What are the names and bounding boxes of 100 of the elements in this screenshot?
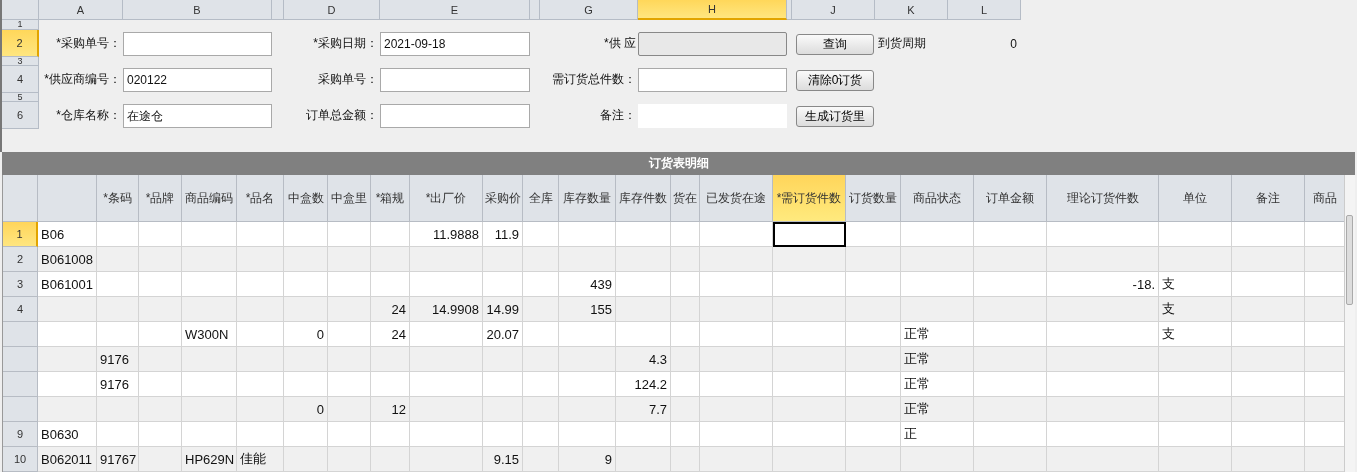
table-cell bbox=[371, 347, 410, 372]
select-all-corner[interactable] bbox=[3, 175, 38, 222]
table-cell bbox=[182, 347, 237, 372]
table-cell: 支 bbox=[1159, 322, 1232, 347]
row-header[interactable]: 1 bbox=[2, 20, 39, 30]
row-header[interactable] bbox=[3, 397, 38, 422]
row-header[interactable]: 3 bbox=[3, 272, 38, 297]
table-cell bbox=[671, 397, 700, 422]
column-header[interactable]: 商品状态 bbox=[901, 175, 974, 222]
column-header[interactable]: 中盒数 bbox=[284, 175, 328, 222]
field-label: 订单总金额： bbox=[305, 107, 379, 124]
row-header[interactable]: 3 bbox=[2, 57, 39, 66]
column-header[interactable]: 采购价 bbox=[483, 175, 523, 222]
column-header[interactable]: 订单金额 bbox=[974, 175, 1047, 222]
select-all-corner[interactable] bbox=[2, 0, 39, 20]
column-header[interactable]: 库存数量 bbox=[559, 175, 616, 222]
table-cell bbox=[371, 422, 410, 447]
table-cell bbox=[671, 222, 700, 247]
table-cell bbox=[371, 447, 410, 472]
table-cell: 155 bbox=[559, 297, 616, 322]
column-header[interactable]: 单位 bbox=[1159, 175, 1232, 222]
column-header[interactable]: 商品 bbox=[1305, 175, 1346, 222]
table-cell: 20.07 bbox=[483, 322, 523, 347]
table-cell: 439 bbox=[559, 272, 616, 297]
row-header[interactable]: 9 bbox=[3, 422, 38, 447]
row-header[interactable]: 2 bbox=[2, 30, 39, 57]
input-field[interactable] bbox=[380, 68, 530, 92]
column-header[interactable] bbox=[530, 0, 540, 20]
dropdown-field[interactable] bbox=[638, 32, 787, 56]
row-header[interactable]: 1 bbox=[3, 222, 38, 247]
row-header[interactable]: 10 bbox=[3, 447, 38, 472]
column-header[interactable]: 全库 bbox=[523, 175, 559, 222]
column-header[interactable]: 货在 bbox=[671, 175, 700, 222]
column-header[interactable]: B bbox=[123, 0, 272, 20]
column-header[interactable]: 中盒里 bbox=[328, 175, 371, 222]
table-cell bbox=[559, 222, 616, 247]
column-header[interactable]: 已发货在途 bbox=[700, 175, 773, 222]
column-header[interactable]: G bbox=[540, 0, 638, 20]
column-header[interactable]: 库存件数 bbox=[616, 175, 671, 222]
column-header[interactable]: 商品编码 bbox=[182, 175, 237, 222]
column-header[interactable]: *出厂价 bbox=[410, 175, 483, 222]
column-header[interactable]: *品名 bbox=[237, 175, 284, 222]
table-cell bbox=[671, 272, 700, 297]
field-label: 备注： bbox=[599, 107, 637, 124]
column-header[interactable]: 备注 bbox=[1232, 175, 1305, 222]
table-cell bbox=[182, 397, 237, 422]
table-cell bbox=[328, 447, 371, 472]
input-field[interactable]: 在途仓 bbox=[123, 104, 272, 128]
row-header[interactable]: 2 bbox=[3, 247, 38, 272]
action-button[interactable]: 生成订货里 bbox=[796, 106, 874, 127]
input-field[interactable] bbox=[380, 104, 530, 128]
column-header[interactable] bbox=[272, 0, 284, 20]
column-header[interactable] bbox=[787, 0, 792, 20]
row-header[interactable] bbox=[3, 347, 38, 372]
table-cell bbox=[284, 222, 328, 247]
input-field[interactable]: 020122 bbox=[123, 68, 272, 92]
active-cell[interactable] bbox=[773, 222, 846, 247]
row-header[interactable]: 4 bbox=[3, 297, 38, 322]
row-header[interactable]: 6 bbox=[2, 102, 39, 129]
column-header[interactable]: L bbox=[948, 0, 1021, 20]
table-cell: 4.3 bbox=[616, 347, 671, 372]
column-header[interactable]: K bbox=[875, 0, 948, 20]
action-button[interactable]: 查询 bbox=[796, 34, 874, 55]
scrollbar[interactable] bbox=[1344, 175, 1355, 472]
column-header[interactable]: 订货数量 bbox=[846, 175, 901, 222]
row-header[interactable] bbox=[3, 372, 38, 397]
input-field[interactable]: 2021-09-18 bbox=[380, 32, 530, 56]
column-header[interactable]: E bbox=[380, 0, 530, 20]
column-header[interactable]: H bbox=[638, 0, 787, 20]
action-button[interactable]: 清除0订货 bbox=[796, 70, 874, 91]
table-cell: 9.15 bbox=[483, 447, 523, 472]
table-cell bbox=[284, 422, 328, 447]
row-header[interactable] bbox=[3, 322, 38, 347]
field-label: *供 应 bbox=[603, 35, 637, 52]
table-cell: 9176 bbox=[97, 372, 139, 397]
column-header[interactable]: A bbox=[39, 0, 123, 20]
table-cell bbox=[671, 297, 700, 322]
input-field[interactable] bbox=[638, 68, 787, 92]
column-header[interactable]: D bbox=[284, 0, 380, 20]
table-cell bbox=[97, 422, 139, 447]
table-cell bbox=[671, 447, 700, 472]
table-cell bbox=[328, 372, 371, 397]
input-field[interactable] bbox=[123, 32, 272, 56]
row-header[interactable]: 5 bbox=[2, 93, 39, 102]
table-cell: 91767 bbox=[97, 447, 139, 472]
table-cell bbox=[846, 397, 901, 422]
table-cell bbox=[38, 347, 97, 372]
column-header[interactable]: *条码 bbox=[97, 175, 139, 222]
column-header[interactable]: J bbox=[792, 0, 875, 20]
table-cell: B061008 bbox=[38, 247, 97, 272]
field-label: *采购日期： bbox=[312, 35, 379, 52]
table-cell: 24 bbox=[371, 297, 410, 322]
table-cell bbox=[483, 247, 523, 272]
row-header[interactable]: 4 bbox=[2, 66, 39, 93]
table-cell bbox=[284, 247, 328, 272]
column-header[interactable] bbox=[38, 175, 97, 222]
column-header[interactable]: *需订货件数 bbox=[773, 175, 846, 222]
column-header[interactable]: *品牌 bbox=[139, 175, 182, 222]
column-header[interactable]: 理论订货件数 bbox=[1047, 175, 1159, 222]
column-header[interactable]: *箱规 bbox=[371, 175, 410, 222]
